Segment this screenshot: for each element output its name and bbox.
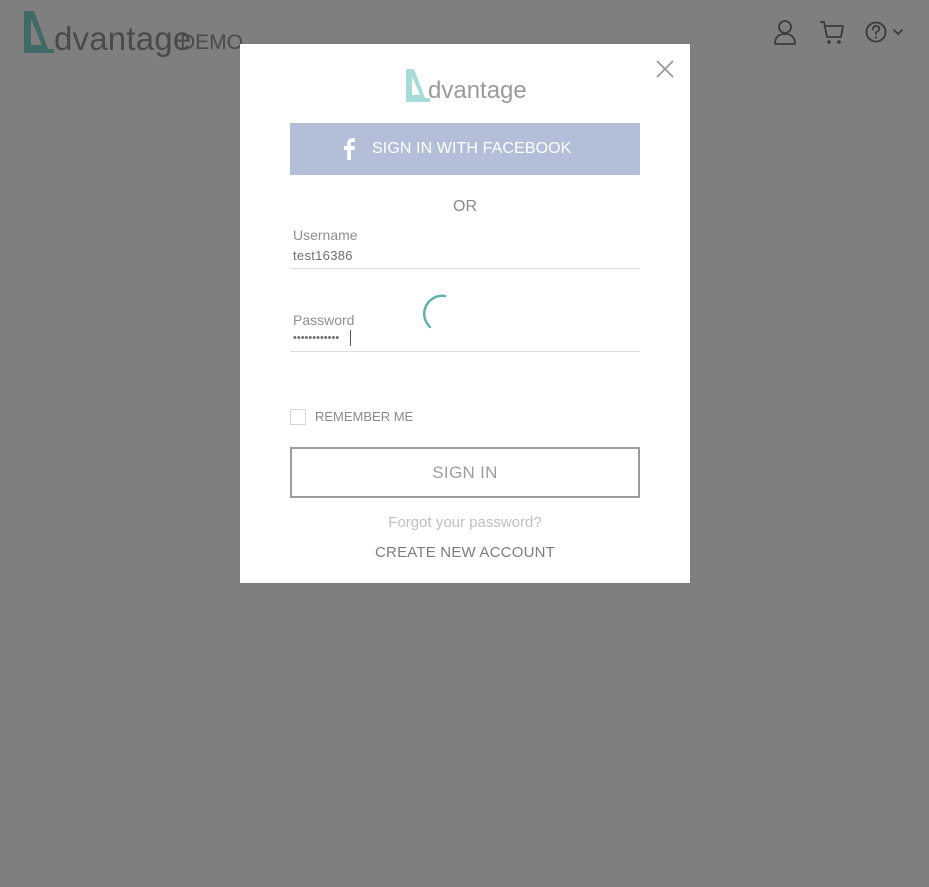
brand-logo-mark-icon (24, 11, 54, 53)
help-icon (865, 21, 903, 43)
text-caret (350, 330, 351, 346)
password-underline (290, 351, 640, 352)
user-icon[interactable] (771, 18, 799, 46)
forgot-password-link[interactable]: Forgot your password? (240, 513, 690, 533)
facebook-signin-label: SIGN IN WITH FACEBOOK (372, 140, 572, 157)
modal-logo: dvantage (405, 68, 527, 106)
remember-me-label[interactable]: REMEMBER ME (315, 409, 413, 425)
password-input[interactable]: •••••••••••• (293, 329, 339, 347)
create-account-link[interactable]: CREATE NEW ACCOUNT (240, 543, 690, 563)
username-label: Username (293, 227, 358, 243)
username-input[interactable]: test16386 (293, 247, 353, 265)
logo-wordmark: dvantage (428, 77, 527, 104)
brand-demo-label: DEMO (180, 31, 243, 54)
close-button[interactable] (654, 58, 676, 80)
remember-me-checkbox[interactable] (290, 409, 306, 425)
username-underline (290, 268, 640, 269)
cart-icon[interactable] (818, 18, 846, 46)
sign-in-button[interactable]: SIGN IN (290, 447, 640, 498)
or-divider: OR (453, 198, 477, 215)
password-label: Password (293, 312, 355, 328)
facebook-icon (344, 138, 355, 160)
close-icon (656, 60, 674, 78)
login-modal: dvantage SIGN IN WITH FACEBOOK OR Userna… (240, 44, 690, 583)
brand-wordmark: dvantage (54, 20, 192, 57)
facebook-signin-button[interactable]: SIGN IN WITH FACEBOOK (290, 123, 640, 175)
loading-spinner-icon (423, 294, 447, 329)
help-menu[interactable] (863, 18, 909, 46)
